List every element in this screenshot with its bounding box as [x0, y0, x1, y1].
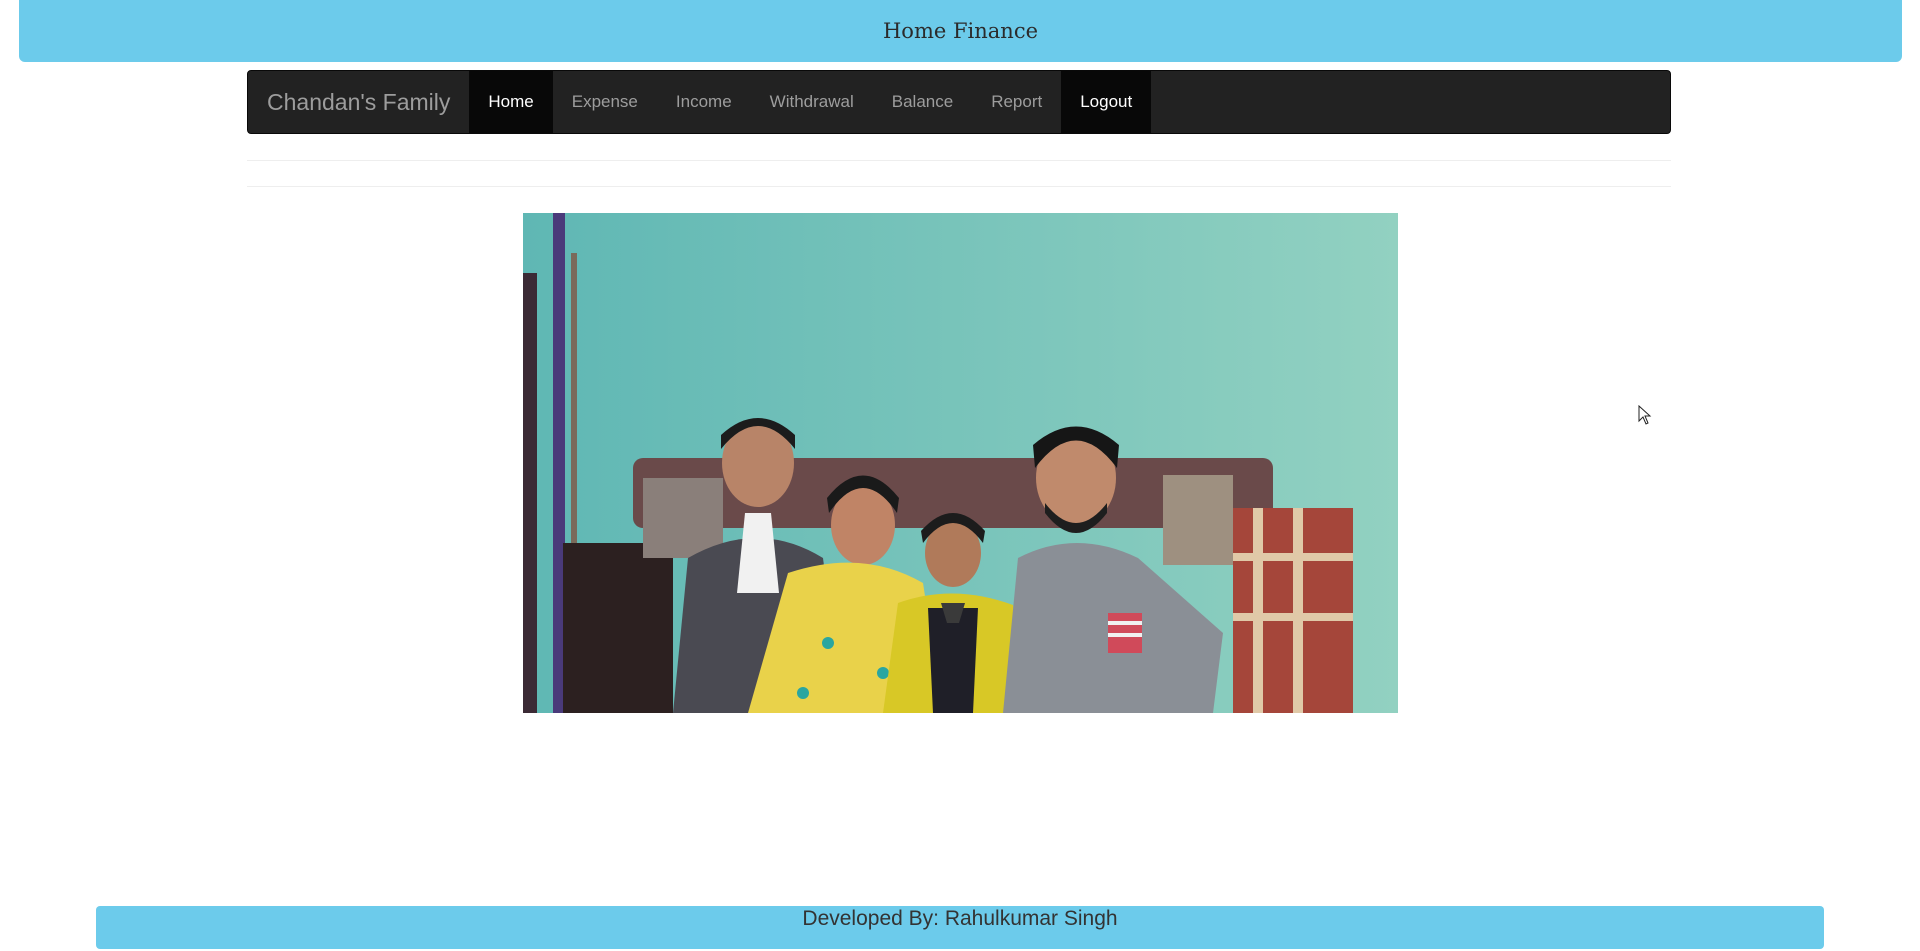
- nav-item-report[interactable]: Report: [972, 71, 1061, 133]
- nav-item-logout[interactable]: Logout: [1061, 71, 1152, 133]
- developer-credit: Developed By: Rahulkumar Singh: [802, 907, 1118, 930]
- navbar: Chandan's Family Home Expense Income Wit…: [247, 70, 1671, 134]
- nav-item-income[interactable]: Income: [657, 71, 751, 133]
- footer: Developed By: Rahulkumar Singh: [96, 906, 1824, 949]
- nav-item-home[interactable]: Home: [469, 71, 553, 133]
- mouse-cursor-icon: [1638, 404, 1652, 430]
- nav-item-balance[interactable]: Balance: [873, 71, 972, 133]
- divider-top: [247, 160, 1671, 161]
- site-title: Home Finance: [882, 19, 1039, 43]
- nav-item-withdrawal[interactable]: Withdrawal: [751, 71, 873, 133]
- navbar-brand[interactable]: Chandan's Family: [248, 71, 469, 133]
- family-photo: [523, 213, 1398, 713]
- divider-bottom: [247, 186, 1671, 187]
- top-banner: Home Finance: [19, 0, 1902, 62]
- nav-item-expense[interactable]: Expense: [553, 71, 657, 133]
